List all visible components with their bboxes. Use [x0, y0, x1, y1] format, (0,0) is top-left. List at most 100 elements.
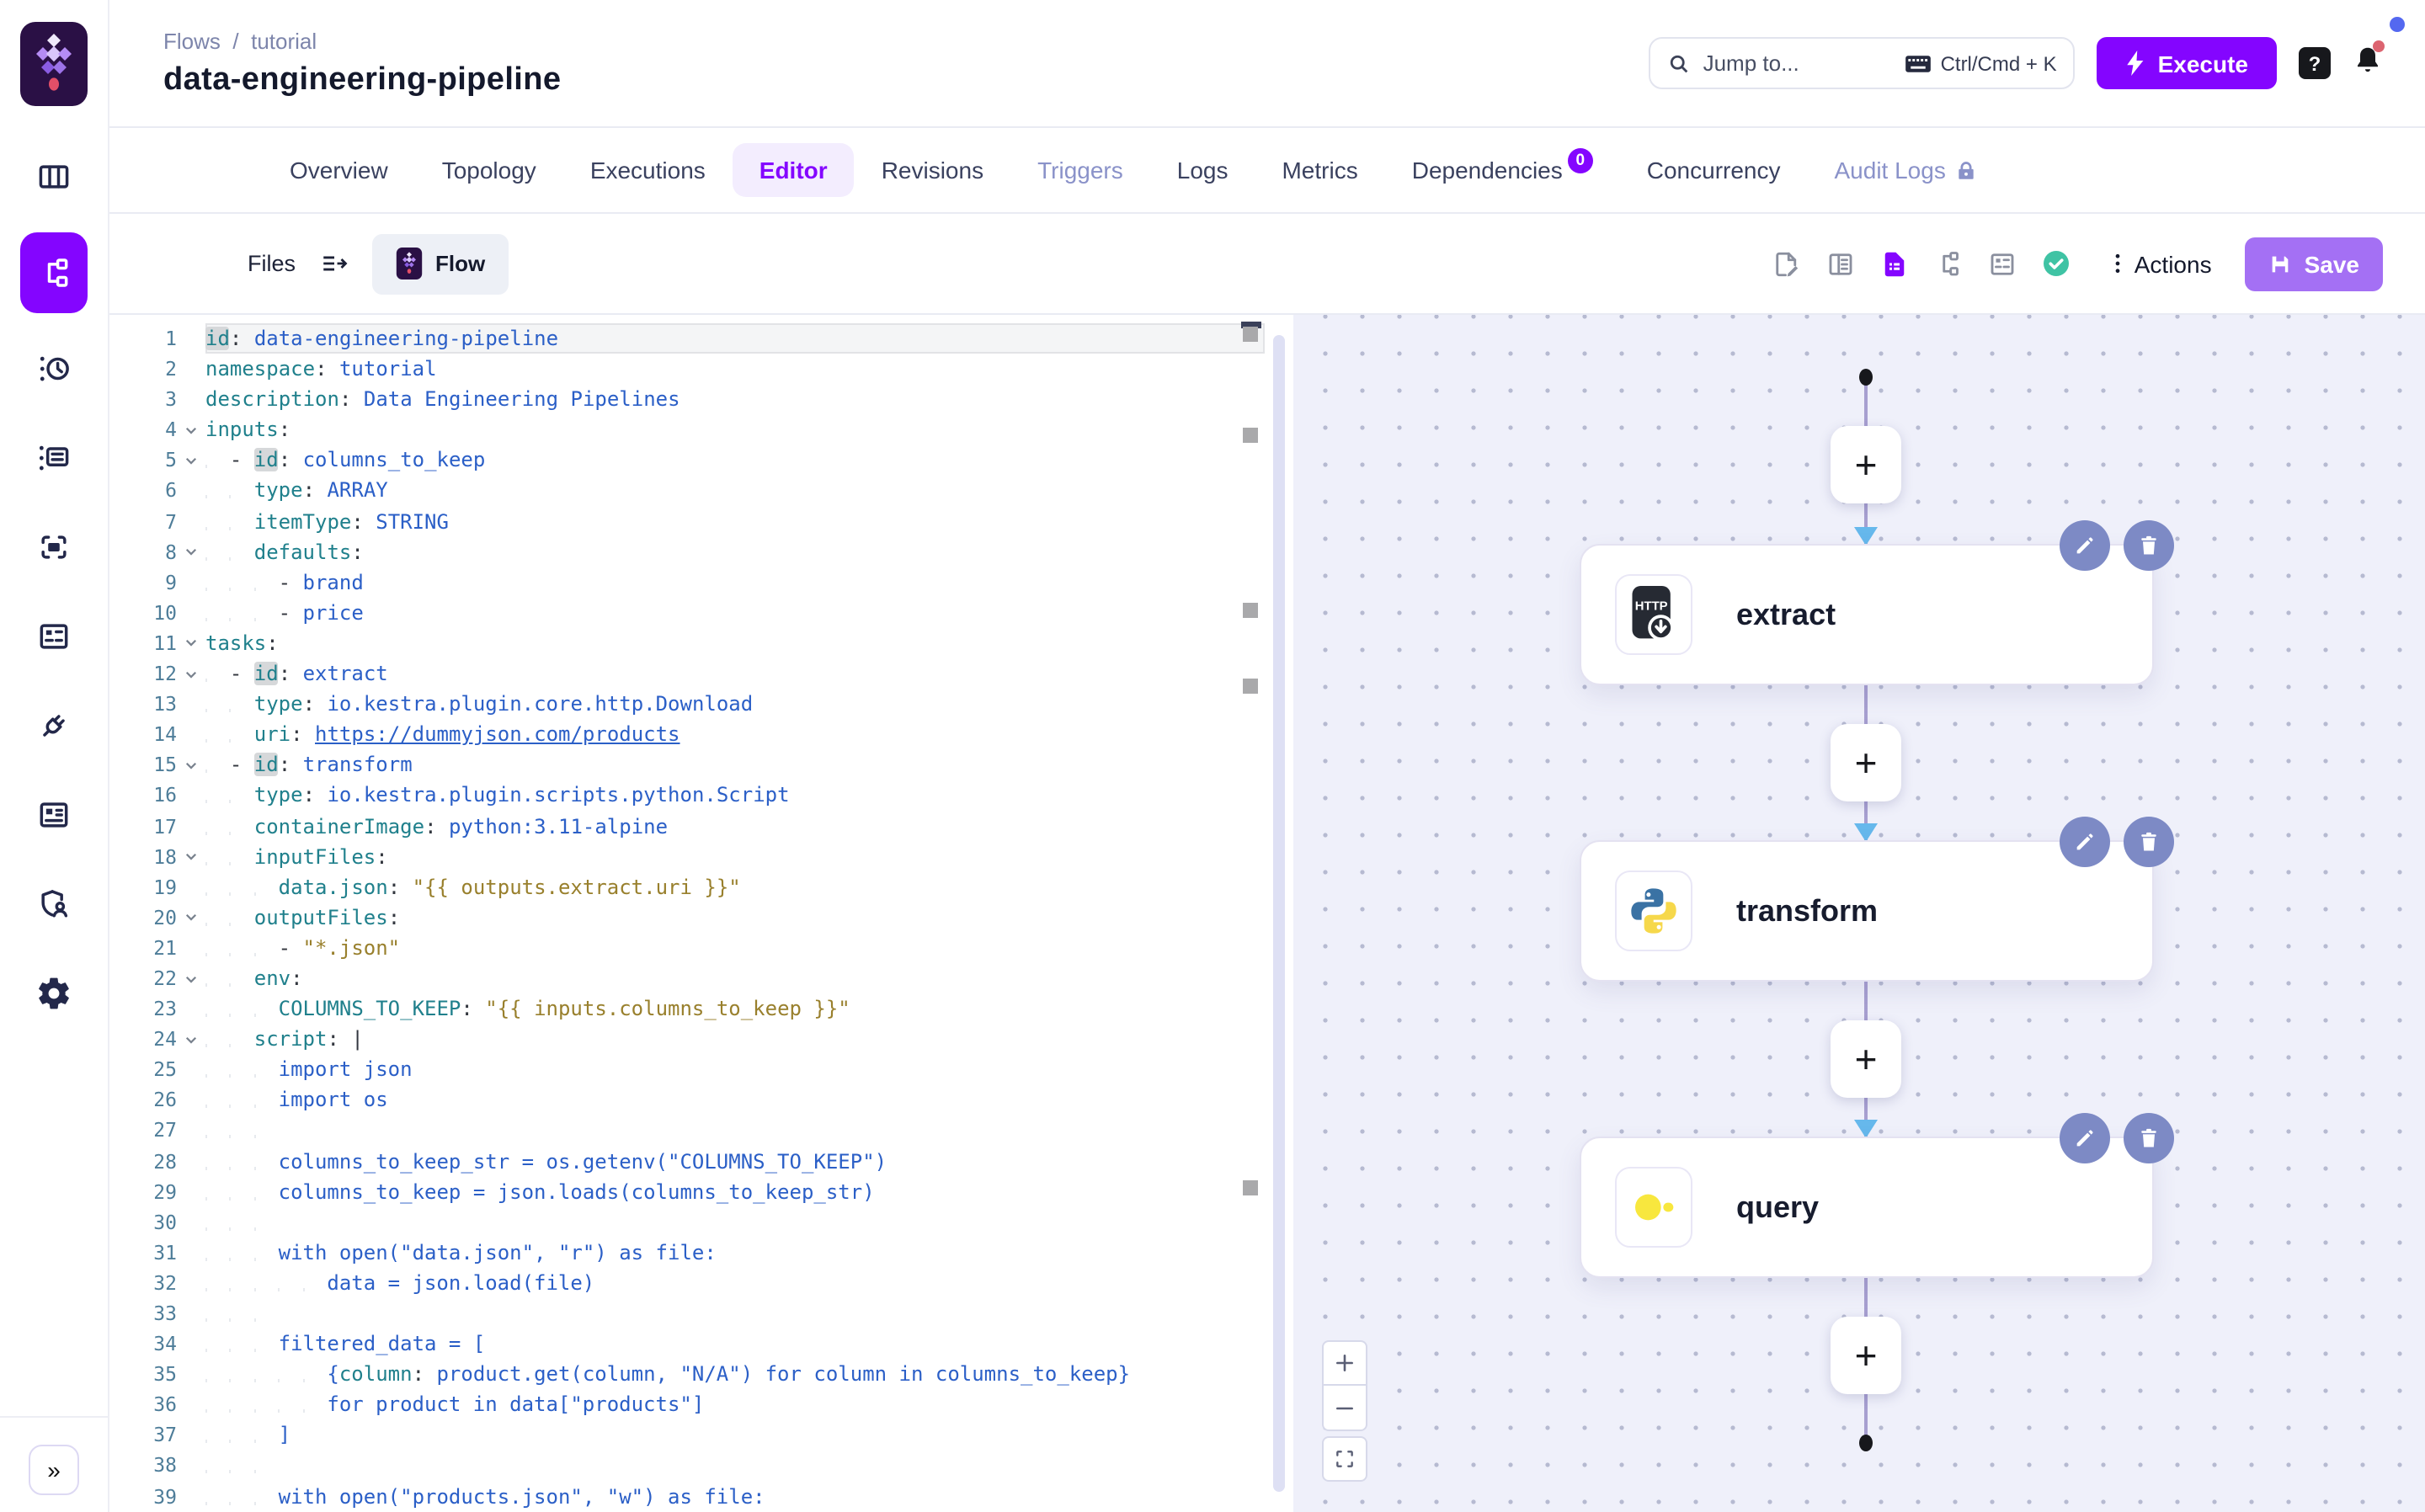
line-number: 10: [133, 598, 177, 628]
tab-revisions[interactable]: Revisions: [855, 143, 1010, 197]
dashboard-icon: [35, 158, 72, 195]
split-view-icon[interactable]: [1826, 248, 1857, 279]
code-line: 11tasks:: [133, 628, 1265, 658]
breadcrumb-flows[interactable]: Flows: [163, 28, 221, 53]
add-task-button[interactable]: +: [1831, 426, 1901, 503]
page-header: Flows / tutorial data-engineering-pipeli…: [109, 0, 2425, 128]
code-line: 25import json: [133, 1055, 1265, 1085]
check-circle-icon[interactable]: [2042, 248, 2072, 279]
editor-content-row: 1id: data-engineering-pipeline2namespace…: [109, 315, 2425, 1512]
line-number: 17: [133, 811, 177, 841]
sidebar-item-plugins[interactable]: [20, 692, 88, 759]
tab-executions[interactable]: Executions: [563, 143, 733, 197]
tab-logs[interactable]: Logs: [1150, 143, 1255, 197]
tab-triggers[interactable]: Triggers: [1010, 143, 1150, 197]
sidebar-item-flows[interactable]: [20, 232, 88, 313]
code-line: 7itemType: STRING: [133, 506, 1265, 536]
actions-menu[interactable]: Actions: [2106, 250, 2212, 277]
editor-overview-ruler[interactable]: [1241, 315, 1261, 1512]
sidebar-item-dashboard[interactable]: [20, 143, 88, 210]
delete-task-button[interactable]: [2124, 520, 2174, 571]
panel-resize-handle[interactable]: [1273, 335, 1285, 1492]
sidebar-item-blueprints[interactable]: [20, 603, 88, 670]
code-line: 15- id: transform: [133, 750, 1265, 780]
add-task-button[interactable]: +: [1831, 724, 1901, 801]
fold-gutter: [177, 1268, 205, 1298]
save-disk-icon: [2269, 252, 2293, 275]
tab-topology[interactable]: Topology: [415, 143, 563, 197]
plus-icon: +: [1855, 1333, 1878, 1378]
dependencies-count-badge: 0: [1568, 148, 1593, 173]
sidebar-item-settings[interactable]: [20, 960, 88, 1027]
topology-canvas[interactable]: + + + + HTTP extract transform query: [1293, 315, 2425, 1512]
code-line: 9- brand: [133, 567, 1265, 598]
sidebar-item-executions[interactable]: [20, 335, 88, 402]
task-node-transform[interactable]: transform: [1580, 840, 2154, 982]
fold-gutter: [177, 1298, 205, 1328]
fold-gutter: [177, 476, 205, 506]
delete-task-button[interactable]: [2124, 1113, 2174, 1163]
save-button[interactable]: Save: [2246, 237, 2383, 290]
edit-task-button[interactable]: [2060, 1113, 2110, 1163]
line-number: 13: [133, 689, 177, 719]
tab-overview[interactable]: Overview: [263, 143, 415, 197]
tab-metrics[interactable]: Metrics: [1255, 143, 1384, 197]
line-number: 34: [133, 1328, 177, 1359]
fold-chevron-down-icon[interactable]: [177, 1024, 205, 1054]
fold-chevron-down-icon[interactable]: [177, 536, 205, 567]
fold-chevron-down-icon[interactable]: [177, 658, 205, 689]
code-line: 13type: io.kestra.plugin.core.http.Downl…: [133, 689, 1265, 719]
edit-task-button[interactable]: [2060, 520, 2110, 571]
fold-chevron-down-icon[interactable]: [177, 963, 205, 993]
add-task-button[interactable]: +: [1831, 1317, 1901, 1394]
code-line: 1id: data-engineering-pipeline: [133, 323, 1265, 354]
notifications-bell-icon[interactable]: [2353, 43, 2383, 83]
files-panel-toggle-icon[interactable]: [319, 249, 348, 278]
add-task-button[interactable]: +: [1831, 1020, 1901, 1098]
tab-editor[interactable]: Editor: [733, 143, 855, 197]
fold-gutter: [177, 1238, 205, 1268]
code-line: 2namespace: tutorial: [133, 354, 1265, 384]
task-node-query[interactable]: query: [1580, 1137, 2154, 1278]
fold-chevron-down-icon[interactable]: [177, 902, 205, 933]
sidebar-expand-button[interactable]: »: [29, 1445, 79, 1495]
blueprint-icon[interactable]: [1988, 248, 2018, 279]
fold-chevron-down-icon[interactable]: [177, 750, 205, 780]
sidebar-item-docs[interactable]: [20, 781, 88, 849]
page-title: data-engineering-pipeline: [163, 61, 561, 98]
task-node-extract[interactable]: HTTP extract: [1580, 544, 2154, 685]
tab-concurrency[interactable]: Concurrency: [1620, 143, 1808, 197]
sidebar-item-administration[interactable]: [20, 870, 88, 938]
execute-button[interactable]: Execute: [2097, 37, 2277, 89]
sidebar-item-logs[interactable]: [20, 424, 88, 492]
tab-audit-logs[interactable]: Audit Logs: [1808, 143, 2005, 197]
breadcrumb-namespace[interactable]: tutorial: [251, 28, 317, 53]
fold-chevron-down-icon[interactable]: [177, 841, 205, 871]
code-line: 5- id: columns_to_keep: [133, 445, 1265, 476]
zoom-in-icon[interactable]: [1322, 1340, 1367, 1386]
fold-gutter: [177, 1481, 205, 1511]
tab-dependencies[interactable]: Dependencies0: [1385, 143, 1620, 197]
fold-chevron-down-icon[interactable]: [177, 628, 205, 658]
code-line: 31with open("data.json", "r") as file:: [133, 1238, 1265, 1268]
open-file-tab-flow[interactable]: Flow: [371, 233, 509, 294]
kestra-logo[interactable]: [20, 22, 88, 106]
fold-chevron-down-icon[interactable]: [177, 415, 205, 445]
code-line: 33: [133, 1298, 1265, 1328]
zoom-out-icon[interactable]: [1322, 1386, 1367, 1431]
jump-to-search-input[interactable]: Jump to... Ctrl/Cmd + K: [1650, 37, 2076, 89]
fit-screen-icon[interactable]: [1322, 1436, 1367, 1482]
file-code-icon[interactable]: [1880, 248, 1911, 279]
sidebar-item-namespaces[interactable]: [20, 514, 88, 581]
ruler-highlight-mark: [1243, 1180, 1258, 1195]
fold-gutter: [177, 1328, 205, 1359]
tree-view-icon[interactable]: [1934, 248, 1964, 279]
code-line: 38: [133, 1451, 1265, 1481]
edit-task-button[interactable]: [2060, 817, 2110, 867]
delete-task-button[interactable]: [2124, 817, 2174, 867]
fold-chevron-down-icon[interactable]: [177, 445, 205, 476]
file-edit-icon[interactable]: [1772, 248, 1803, 279]
fold-gutter: [177, 1451, 205, 1481]
code-editor[interactable]: 1id: data-engineering-pipeline2namespace…: [133, 315, 1265, 1512]
help-button[interactable]: ?: [2299, 47, 2331, 79]
